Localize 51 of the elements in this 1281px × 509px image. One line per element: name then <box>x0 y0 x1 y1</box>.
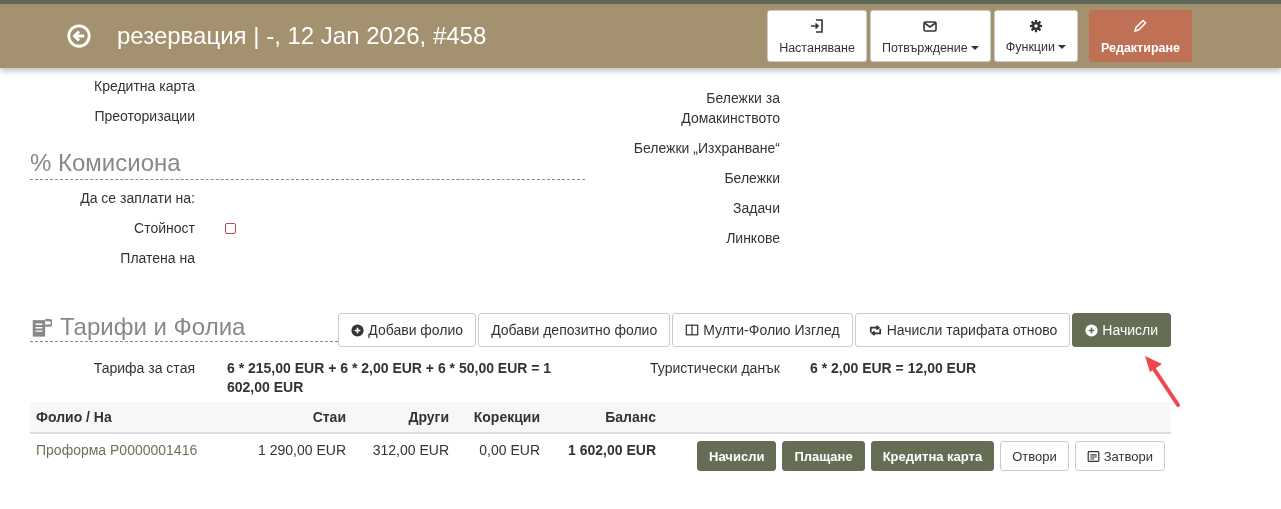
checkbox[interactable] <box>225 222 236 234</box>
row-action-button[interactable]: Отвори <box>1000 441 1069 471</box>
rate-value: 6 * 215,00 EUR + 6 * 2,00 EUR + 6 * 50,00 EUR = 1 602,00 EUR <box>227 359 553 397</box>
annotation-arrow <box>1145 356 1180 407</box>
gear-icon <box>1028 18 1043 33</box>
row-action-button[interactable]: Плащане <box>782 441 865 471</box>
pencil-icon <box>1132 17 1149 34</box>
table-cell: 1 602,00 EUR <box>568 442 656 458</box>
field-label: Да се заплати на: <box>79 189 195 208</box>
folio-link[interactable]: Проформа P0000001416 <box>36 442 198 458</box>
toolbar-button[interactable]: Функции <box>993 10 1078 62</box>
column-header: Корекции <box>455 402 546 433</box>
section-heading: % Комисиона <box>30 141 585 180</box>
column-header: Фолио / На <box>30 402 230 433</box>
field-label: Преоторизации <box>93 107 195 126</box>
columns-icon <box>685 323 700 337</box>
action-button[interactable]: Мулти-Фолио Изглед <box>672 313 853 347</box>
field-label: Линкове <box>725 229 780 248</box>
row-action-button[interactable]: Начисли <box>697 441 777 471</box>
action-button[interactable]: Добави фолио <box>338 313 477 347</box>
toolbar-button[interactable]: Редактиране <box>1088 10 1192 62</box>
section-heading: Тарифи и Фолиа <box>60 313 246 341</box>
rate-value: 6 * 2,00 EUR = 12,00 EUR <box>810 359 978 378</box>
action-button[interactable]: Начисли <box>1072 313 1171 347</box>
field-label: Задачи <box>732 199 780 218</box>
note-icon <box>1086 449 1100 463</box>
row-action-button[interactable]: Затвори <box>1074 441 1165 471</box>
field-label: Бележки „Изхранване“ <box>632 139 780 158</box>
receipt-icon <box>30 316 52 338</box>
row-action-button[interactable]: Кредитна карта <box>870 441 995 471</box>
rate-label: Туристически данък <box>649 359 780 378</box>
table-cell: 1 290,00 EUR <box>258 442 346 458</box>
rate-label: Тарифа за стая <box>92 359 195 378</box>
toolbar-button[interactable]: Потвърждение <box>869 10 991 62</box>
field-label: Платена на <box>119 249 195 268</box>
action-button[interactable]: Добави депозитно фолио <box>478 313 671 347</box>
toolbar-button[interactable]: Настаняване <box>767 10 867 62</box>
table-cell: 312,00 EUR <box>372 442 449 458</box>
plus-circle-icon <box>1085 323 1099 337</box>
sign-in-icon <box>809 17 825 34</box>
column-header: Други <box>352 402 455 433</box>
field-label: Бележки за Домакинството <box>680 89 780 128</box>
field-label: Бележки <box>723 169 780 188</box>
table-cell: 0,00 EUR <box>479 442 540 458</box>
column-header: Стаи <box>230 402 352 433</box>
column-header: Баланс <box>546 402 662 433</box>
field-label: Стойност <box>133 219 195 238</box>
action-button[interactable]: Начисли тарифата отново <box>854 313 1071 347</box>
page-title: резервация | -, 12 Jan 2026, #458 <box>117 22 488 50</box>
field-label: Кредитна карта <box>93 77 195 96</box>
plus-circle-icon <box>351 323 365 337</box>
